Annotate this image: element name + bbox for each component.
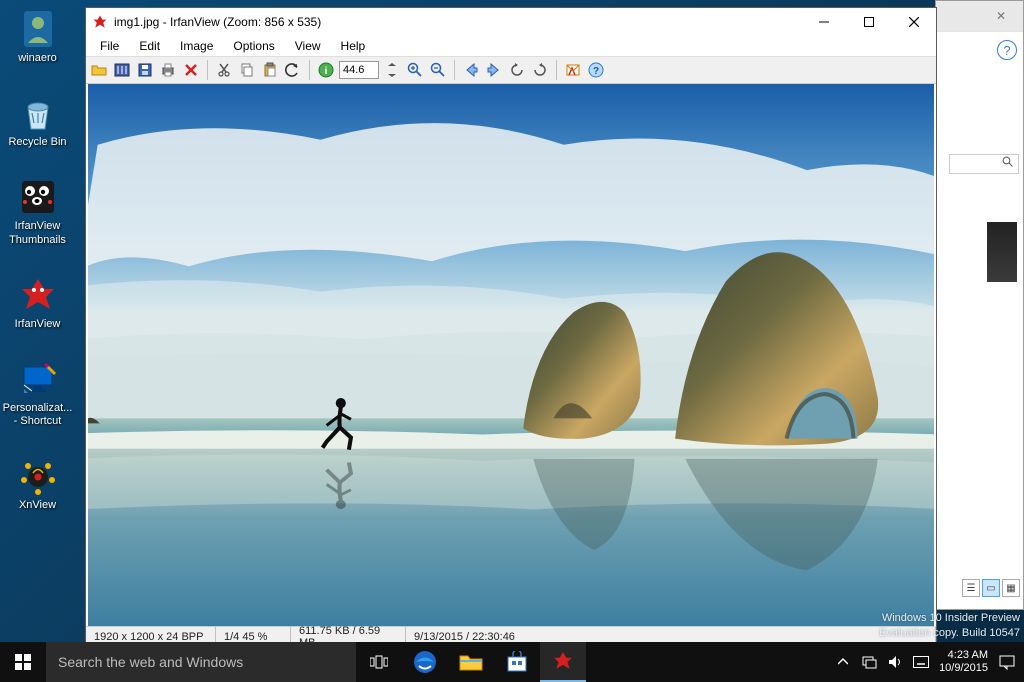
menu-view[interactable]: View xyxy=(285,37,331,55)
rotate-right-icon[interactable] xyxy=(530,60,550,80)
xnview-icon xyxy=(18,456,58,496)
task-view-button[interactable] xyxy=(356,642,402,682)
minimize-button[interactable] xyxy=(801,8,846,36)
paste-icon[interactable] xyxy=(260,60,280,80)
svg-text:i: i xyxy=(325,66,328,77)
print-icon[interactable] xyxy=(158,60,178,80)
action-center-icon[interactable] xyxy=(998,642,1016,682)
desktop-icon-label: IrfanView xyxy=(15,318,61,331)
desktop-icon-label: XnView xyxy=(19,499,56,512)
info-icon[interactable]: i xyxy=(316,60,336,80)
network-icon[interactable] xyxy=(861,654,877,670)
svg-text:?: ? xyxy=(593,66,599,77)
taskbar-edge[interactable] xyxy=(402,642,448,682)
view-thumb-icon[interactable]: ▭ xyxy=(982,579,1000,597)
image-canvas[interactable] xyxy=(86,84,936,626)
view-tile-icon[interactable]: ▦ xyxy=(1002,579,1020,597)
menu-help[interactable]: Help xyxy=(331,37,376,55)
desktop-icon-winaero[interactable]: winaero xyxy=(0,5,75,69)
zoom-out-icon[interactable] xyxy=(428,60,448,80)
prefs-icon[interactable] xyxy=(563,60,583,80)
view-list-icon[interactable]: ☰ xyxy=(962,579,980,597)
windows-watermark: Windows 10 Insider Preview Evaluation co… xyxy=(879,611,1020,640)
search-icon xyxy=(1002,155,1014,173)
start-button[interactable] xyxy=(0,642,46,682)
desktop-icon-recycle-bin[interactable]: Recycle Bin xyxy=(0,89,75,153)
cut-icon[interactable] xyxy=(214,60,234,80)
bg-thumbnail[interactable] xyxy=(987,222,1017,282)
save-icon[interactable] xyxy=(135,60,155,80)
watermark-line2: Evaluation copy. Build 10547 xyxy=(879,626,1020,640)
irfan-thumbs-icon xyxy=(18,177,58,217)
zoom-in-icon[interactable] xyxy=(405,60,425,80)
keyboard-icon[interactable] xyxy=(913,654,929,670)
desktop-icon-xnview[interactable]: XnView xyxy=(0,452,75,516)
copy-icon[interactable] xyxy=(237,60,257,80)
desktop-icon-irfanview[interactable]: IrfanView xyxy=(0,271,75,335)
search-placeholder: Search the web and Windows xyxy=(58,654,243,670)
irfanview-app-icon xyxy=(92,14,108,30)
desktop-icon-label: Personalizat... - Shortcut xyxy=(2,402,73,428)
background-window: ✕ ? on ☰ ▭ ▦ xyxy=(935,0,1024,610)
zoom-input[interactable] xyxy=(339,61,379,79)
undo-icon[interactable] xyxy=(283,60,303,80)
separator xyxy=(454,60,455,80)
menubar: File Edit Image Options View Help xyxy=(86,36,936,56)
delete-icon[interactable] xyxy=(181,60,201,80)
separator xyxy=(309,60,310,80)
desktop-icon-label: Recycle Bin xyxy=(8,136,66,149)
clock-date: 10/9/2015 xyxy=(939,662,988,675)
recycle-bin-icon xyxy=(18,93,58,133)
open-icon[interactable] xyxy=(89,60,109,80)
slideshow-icon[interactable] xyxy=(112,60,132,80)
desktop-icon-irfan-thumbs[interactable]: IrfanView Thumbnails xyxy=(0,173,75,250)
irfanview-icon xyxy=(18,275,58,315)
volume-icon[interactable] xyxy=(887,654,903,670)
help-icon[interactable]: ? xyxy=(997,40,1017,60)
desktop-icon-label: IrfanView Thumbnails xyxy=(2,220,73,246)
monitor-icon xyxy=(18,359,58,399)
zoom-dropdown-icon[interactable] xyxy=(382,60,402,80)
menu-image[interactable]: Image xyxy=(170,37,223,55)
prev-icon[interactable] xyxy=(461,60,481,80)
separator xyxy=(556,60,557,80)
desktop: winaero Recycle Bin IrfanView Thumbnails… xyxy=(0,0,90,640)
user-icon xyxy=(18,9,58,49)
close-button[interactable] xyxy=(891,8,936,36)
taskbar-search-box[interactable]: Search the web and Windows xyxy=(46,642,356,682)
bg-search-box[interactable] xyxy=(949,154,1019,174)
taskbar-store[interactable] xyxy=(494,642,540,682)
menu-options[interactable]: Options xyxy=(223,37,284,55)
toolbar: i ? xyxy=(86,56,936,84)
watermark-line1: Windows 10 Insider Preview xyxy=(879,611,1020,625)
window-title: img1.jpg - IrfanView (Zoom: 856 x 535) xyxy=(114,15,801,29)
displayed-image xyxy=(88,84,934,626)
taskbar: Search the web and Windows 4:23 AM 10/9/… xyxy=(0,642,1024,682)
taskbar-clock[interactable]: 4:23 AM 10/9/2015 xyxy=(939,649,988,675)
taskbar-irfanview[interactable] xyxy=(540,642,586,682)
irfanview-window: img1.jpg - IrfanView (Zoom: 856 x 535) F… xyxy=(85,7,937,647)
help-icon[interactable]: ? xyxy=(586,60,606,80)
taskbar-explorer[interactable] xyxy=(448,642,494,682)
rotate-left-icon[interactable] xyxy=(507,60,527,80)
clock-time: 4:23 AM xyxy=(939,649,988,662)
menu-file[interactable]: File xyxy=(90,37,129,55)
titlebar[interactable]: img1.jpg - IrfanView (Zoom: 856 x 535) xyxy=(86,8,936,36)
tray-overflow-icon[interactable] xyxy=(835,654,851,670)
bg-view-buttons: ☰ ▭ ▦ xyxy=(962,579,1020,597)
bg-close-button[interactable]: ✕ xyxy=(979,1,1023,31)
separator xyxy=(207,60,208,80)
desktop-icon-personalization[interactable]: Personalizat... - Shortcut xyxy=(0,355,75,432)
desktop-icon-label: winaero xyxy=(18,52,57,65)
maximize-button[interactable] xyxy=(846,8,891,36)
next-icon[interactable] xyxy=(484,60,504,80)
system-tray: 4:23 AM 10/9/2015 xyxy=(835,642,1024,682)
menu-edit[interactable]: Edit xyxy=(129,37,170,55)
